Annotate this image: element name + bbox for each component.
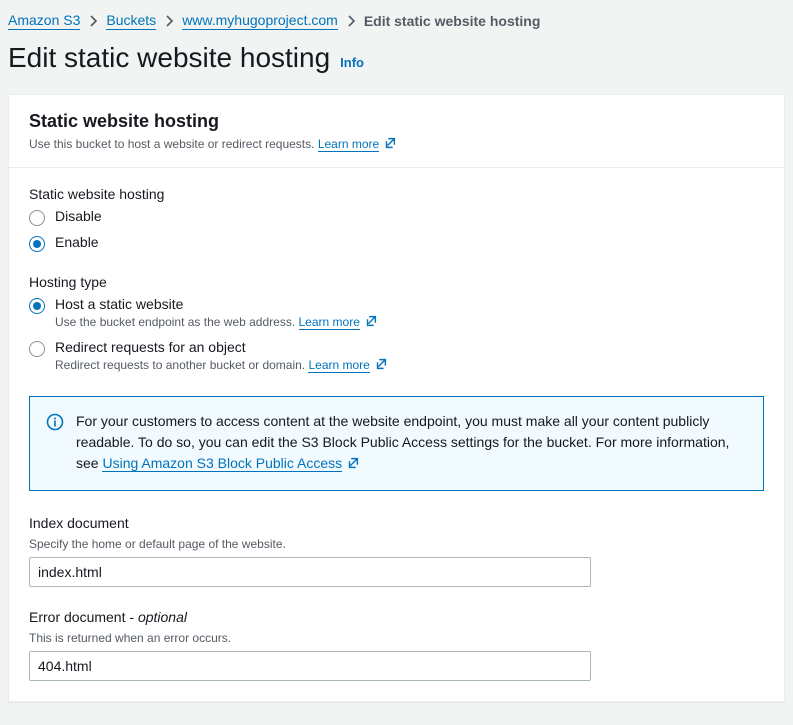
radio-host-static-label: Host a static website bbox=[55, 296, 378, 312]
chevron-right-icon bbox=[88, 14, 98, 28]
index-document-input[interactable] bbox=[29, 557, 591, 587]
error-document-desc: This is returned when an error occurs. bbox=[29, 631, 764, 645]
breadcrumb: Amazon S3 Buckets www.myhugoproject.com … bbox=[0, 0, 793, 34]
learn-more-link[interactable]: Learn more bbox=[318, 137, 379, 152]
breadcrumb-s3[interactable]: Amazon S3 bbox=[8, 12, 80, 30]
hosting-type-label: Hosting type bbox=[29, 274, 764, 290]
index-document-desc: Specify the home or default page of the … bbox=[29, 537, 764, 551]
error-document-label-optional: optional bbox=[138, 609, 187, 625]
radio-icon bbox=[29, 341, 45, 357]
error-document-label: Error document - optional bbox=[29, 609, 764, 625]
breadcrumb-buckets[interactable]: Buckets bbox=[106, 12, 156, 30]
radio-icon bbox=[29, 210, 45, 226]
external-link-icon bbox=[374, 357, 388, 374]
chevron-right-icon bbox=[164, 14, 174, 28]
radio-host-static[interactable]: Host a static website Use the bucket end… bbox=[29, 296, 764, 331]
panel-title: Static website hosting bbox=[29, 111, 764, 132]
radio-disable[interactable]: Disable bbox=[29, 208, 764, 226]
radio-icon bbox=[29, 298, 45, 314]
radio-host-static-desc-text: Use the bucket endpoint as the web addre… bbox=[55, 315, 295, 329]
notice-text: For your customers to access content at … bbox=[76, 411, 747, 476]
info-link[interactable]: Info bbox=[340, 55, 364, 70]
radio-redirect-desc: Redirect requests to another bucket or d… bbox=[55, 357, 388, 374]
block-public-access-link[interactable]: Using Amazon S3 Block Public Access bbox=[102, 455, 342, 472]
breadcrumb-current: Edit static website hosting bbox=[364, 13, 541, 29]
hosting-toggle-group: Static website hosting Disable Enable bbox=[29, 186, 764, 252]
radio-disable-label: Disable bbox=[55, 208, 102, 224]
radio-enable-label: Enable bbox=[55, 234, 99, 250]
radio-enable[interactable]: Enable bbox=[29, 234, 764, 252]
error-document-field: Error document - optional This is return… bbox=[29, 609, 764, 681]
panel-header: Static website hosting Use this bucket t… bbox=[9, 95, 784, 168]
external-link-icon bbox=[346, 455, 360, 476]
radio-icon bbox=[29, 236, 45, 252]
index-document-label: Index document bbox=[29, 515, 764, 531]
radio-redirect-desc-text: Redirect requests to another bucket or d… bbox=[55, 358, 305, 372]
public-access-notice: For your customers to access content at … bbox=[29, 396, 764, 491]
error-document-input[interactable] bbox=[29, 651, 591, 681]
radio-redirect[interactable]: Redirect requests for an object Redirect… bbox=[29, 339, 764, 374]
radio-host-static-desc: Use the bucket endpoint as the web addre… bbox=[55, 314, 378, 331]
panel-subtitle-text: Use this bucket to host a website or red… bbox=[29, 137, 314, 151]
external-link-icon bbox=[383, 136, 397, 153]
error-document-label-main: Error document - bbox=[29, 609, 138, 625]
breadcrumb-bucket[interactable]: www.myhugoproject.com bbox=[182, 12, 338, 30]
hosting-type-group: Hosting type Host a static website Use t… bbox=[29, 274, 764, 374]
radio-redirect-label: Redirect requests for an object bbox=[55, 339, 388, 355]
learn-more-link[interactable]: Learn more bbox=[308, 358, 369, 373]
info-icon bbox=[46, 413, 64, 476]
learn-more-link[interactable]: Learn more bbox=[299, 315, 360, 330]
chevron-right-icon bbox=[346, 14, 356, 28]
panel-subtitle: Use this bucket to host a website or red… bbox=[29, 136, 764, 153]
external-link-icon bbox=[364, 314, 378, 331]
hosting-label: Static website hosting bbox=[29, 186, 764, 202]
page-title: Edit static website hosting bbox=[8, 42, 330, 74]
index-document-field: Index document Specify the home or defau… bbox=[29, 515, 764, 587]
settings-panel: Static website hosting Use this bucket t… bbox=[8, 94, 785, 702]
